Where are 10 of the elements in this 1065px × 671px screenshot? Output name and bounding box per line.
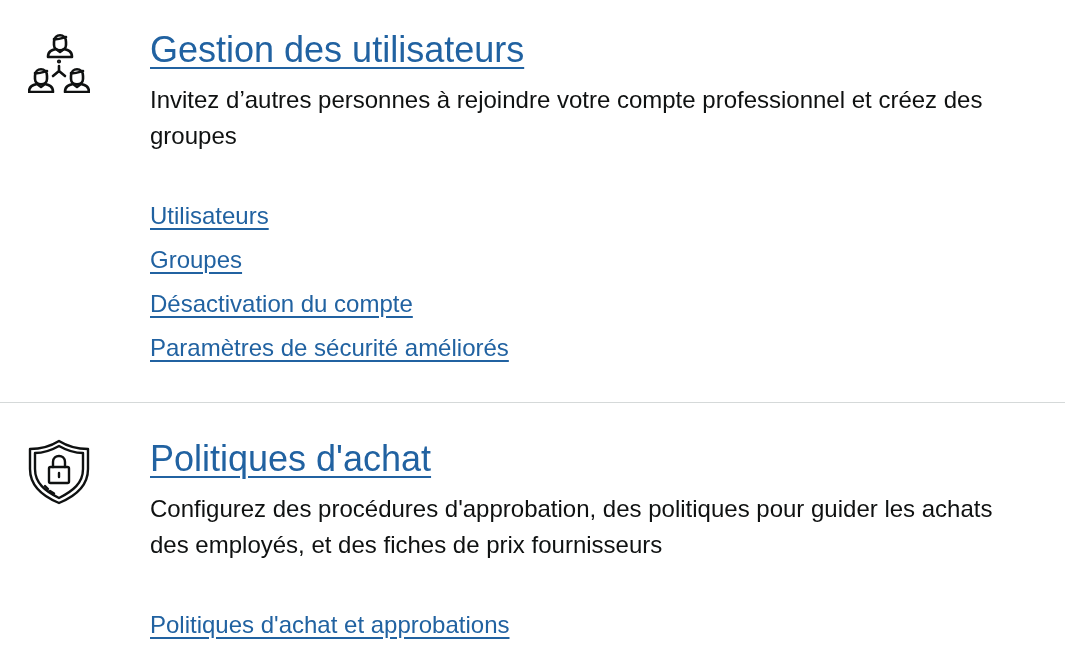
section-description: Configurez des procédures d'approbation, des politiques pour guider les achats des employés, et des fiches de prix fournisseurs bbox=[150, 494, 994, 560]
section-link[interactable]: Politiques d'achat et approbations bbox=[150, 603, 510, 647]
section-title-link[interactable]: Gestion des utilisateurs bbox=[150, 28, 525, 72]
section-title-link[interactable]: Politiques d'achat bbox=[150, 437, 432, 481]
section-link[interactable]: Utilisateurs bbox=[150, 194, 269, 238]
section-link[interactable]: Groupes bbox=[150, 238, 243, 282]
section-link[interactable]: Paramètres de sécurité améliorés bbox=[150, 326, 509, 370]
section-link[interactable]: Désactivation du compte bbox=[150, 282, 413, 326]
shield-lock-icon bbox=[28, 439, 90, 505]
section-description: Invitez d’autres personnes à rejoindre votre compte professionnel et créez des groupes bbox=[150, 85, 984, 151]
